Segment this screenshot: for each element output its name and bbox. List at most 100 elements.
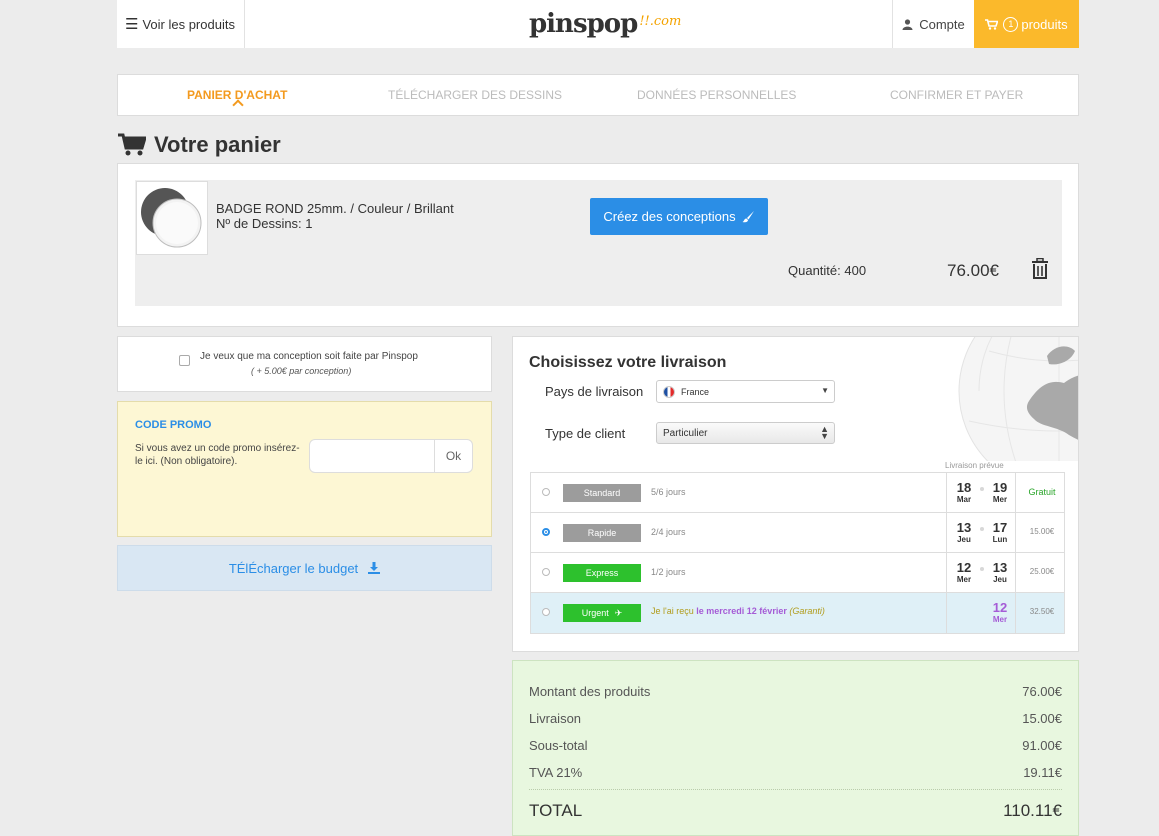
- create-designs-button[interactable]: Créez des conceptions: [590, 198, 768, 235]
- delivery-panel: Choisissez votre livraison Pays de livra…: [512, 336, 1079, 652]
- logo[interactable]: pinspop !!.com: [529, 8, 681, 40]
- delivery-price: Gratuit: [1028, 487, 1056, 497]
- country-value: France: [681, 386, 710, 397]
- delivery-radio[interactable]: [542, 568, 550, 576]
- delivery-tag: Urgent ✈: [563, 604, 641, 622]
- totals-divider: [529, 789, 1062, 790]
- delivery-option-express[interactable]: Express 1/2 jours 12 Mer 13 Jeu 25.00€: [531, 553, 1064, 593]
- cart-label: produits: [1021, 16, 1068, 32]
- promo-code-box: CODE PROMO Si vous avez un code promo in…: [117, 401, 492, 537]
- plane-icon: ✈: [614, 607, 623, 618]
- date-start: 12 Mer: [956, 560, 972, 585]
- delivery-price: 25.00€: [1029, 567, 1055, 576]
- order-totals: Montant des produits 76.00€ Livraison 15…: [512, 660, 1079, 836]
- top-bar-inner: ☰ Voir les produits pinspop !!.com Compt…: [117, 0, 1079, 48]
- cart-icon: [985, 18, 999, 30]
- chevron-down-icon: ▼: [821, 386, 829, 395]
- trash-icon[interactable]: [1031, 258, 1049, 280]
- delivery-days: 2/4 jours: [651, 527, 686, 537]
- delivery-tag-label: Urgent: [581, 608, 609, 618]
- delivery-option-urgent[interactable]: Urgent ✈ Je l'ai reçu le mercredi 12 fév…: [531, 593, 1064, 633]
- date-separator: [980, 567, 984, 571]
- client-type-label: Type de client: [545, 426, 626, 441]
- download-budget-button[interactable]: TÉlÉcharger le budget: [117, 545, 492, 591]
- promo-title: CODE PROMO: [135, 419, 212, 431]
- date-start: 13 Jeu: [956, 520, 972, 545]
- delivery-dates: 18 Mar 19 Mer: [946, 473, 1016, 513]
- checkout-steps: PANIER D'ACHAT TÉLÉCHARGER DES DESSINS D…: [117, 74, 1079, 116]
- date-end: 17 Lun: [992, 520, 1008, 545]
- globe-illustration: [958, 337, 1078, 461]
- promo-ok-button[interactable]: Ok: [435, 439, 473, 473]
- products-menu-label: Voir les produits: [142, 16, 235, 32]
- totals-subtotal-value: 91.00€: [1022, 738, 1062, 753]
- design-service-note: ( + 5.00€ par conception): [251, 366, 352, 376]
- product-price: 76.00€: [947, 261, 999, 280]
- date-separator: [980, 527, 984, 531]
- account-link[interactable]: Compte: [892, 0, 974, 48]
- delivery-dates: 12 Mer 13 Jeu: [946, 553, 1016, 593]
- totals-products-label: Montant des produits: [529, 684, 651, 699]
- delivery-option-standard[interactable]: Standard 5/6 jours 18 Mar 19 Mer Gratuit: [531, 473, 1064, 513]
- totals-subtotal-row: Sous-total 91.00€: [529, 738, 1062, 753]
- promo-description: Si vous avez un code promo insérez-le ic…: [135, 443, 300, 467]
- date-start: 18 Mar: [956, 480, 972, 505]
- step-confirm-pay[interactable]: CONFIRMER ET PAYER: [890, 88, 1023, 102]
- client-type-value: Particulier: [663, 427, 708, 439]
- date-separator: [980, 487, 984, 491]
- account-label: Compte: [919, 16, 965, 32]
- design-service-checkbox[interactable]: [179, 355, 190, 366]
- totals-vat-label: TVA 21%: [529, 765, 583, 780]
- cart-count-badge: 1: [1003, 16, 1019, 32]
- france-flag-icon: [663, 385, 675, 398]
- brush-icon: [742, 211, 754, 223]
- design-service-box: Je veux que ma conception soit faite par…: [117, 336, 492, 392]
- delivery-radio[interactable]: [542, 488, 550, 496]
- totals-shipping-row: Livraison 15.00€: [529, 711, 1062, 726]
- totals-vat-row: TVA 21% 19.11€: [529, 765, 1062, 780]
- download-budget-label: TÉlÉcharger le budget: [228, 560, 359, 576]
- delivery-options: Standard 5/6 jours 18 Mar 19 Mer Gratuit R…: [530, 472, 1065, 634]
- totals-products-value: 76.00€: [1022, 684, 1062, 699]
- delivery-tag: Standard: [563, 484, 641, 502]
- delivery-tag: Express: [563, 564, 641, 582]
- delivery-dates: 12 Mer: [946, 593, 1016, 633]
- totals-products-row: Montant des produits 76.00€: [529, 684, 1062, 699]
- product-quantity: Quantité: 400: [788, 263, 867, 278]
- totals-vat-value: 19.11€: [1023, 765, 1062, 780]
- totals-grand-row: TOTAL 110.11€: [529, 801, 1062, 821]
- page-title: Votre panier: [154, 132, 281, 157]
- eta-label: Livraison prévue: [945, 461, 1004, 470]
- totals-grand-label: TOTAL: [529, 801, 583, 820]
- cart-item: BADGE ROND 25mm. / Couleur / Brillant Nº…: [135, 180, 1062, 306]
- date-end: 19 Mer: [992, 480, 1008, 505]
- delivery-option-rapide[interactable]: Rapide 2/4 jours 13 Jeu 17 Lun 15.00€: [531, 513, 1064, 553]
- delivery-days: 5/6 jours: [651, 487, 686, 497]
- product-thumbnail: [136, 181, 208, 255]
- client-type-select[interactable]: Particulier ▲ ▼: [656, 422, 835, 444]
- date-end: 13 Jeu: [992, 560, 1008, 585]
- top-bar: ☰ Voir les produits pinspop !!.com Compt…: [0, 0, 1159, 48]
- products-menu-link[interactable]: ☰ Voir les produits: [117, 0, 245, 48]
- delivery-radio-selected[interactable]: [542, 528, 550, 536]
- totals-grand-value: 110.11€: [1003, 801, 1062, 820]
- menu-icon: ☰: [125, 16, 139, 33]
- delivery-title: Choisissez votre livraison: [529, 354, 727, 371]
- step-personal-data[interactable]: DONNÉES PERSONNELLES: [637, 88, 796, 102]
- cart-button[interactable]: 1 produits: [974, 0, 1079, 48]
- delivery-days: 1/2 jours: [651, 567, 686, 577]
- logo-suffix: !!.com: [639, 13, 682, 29]
- date-start: 12 Mer: [992, 600, 1008, 625]
- promo-code-input[interactable]: [309, 439, 435, 473]
- delivery-dates: 13 Jeu 17 Lun: [946, 513, 1016, 553]
- country-label: Pays de livraison: [545, 384, 644, 399]
- totals-shipping-value: 15.00€: [1022, 711, 1062, 726]
- step-upload-designs[interactable]: TÉLÉCHARGER DES DESSINS: [388, 88, 562, 102]
- country-select[interactable]: France ▼: [656, 380, 835, 403]
- delivery-radio[interactable]: [542, 608, 550, 616]
- download-icon: [368, 562, 381, 574]
- cart-item-card: BADGE ROND 25mm. / Couleur / Brillant Nº…: [117, 163, 1079, 327]
- product-design-count: Nº de Dessins: 1: [216, 216, 313, 231]
- delivery-price: 32.50€: [1029, 607, 1055, 616]
- delivery-price: 15.00€: [1029, 527, 1055, 536]
